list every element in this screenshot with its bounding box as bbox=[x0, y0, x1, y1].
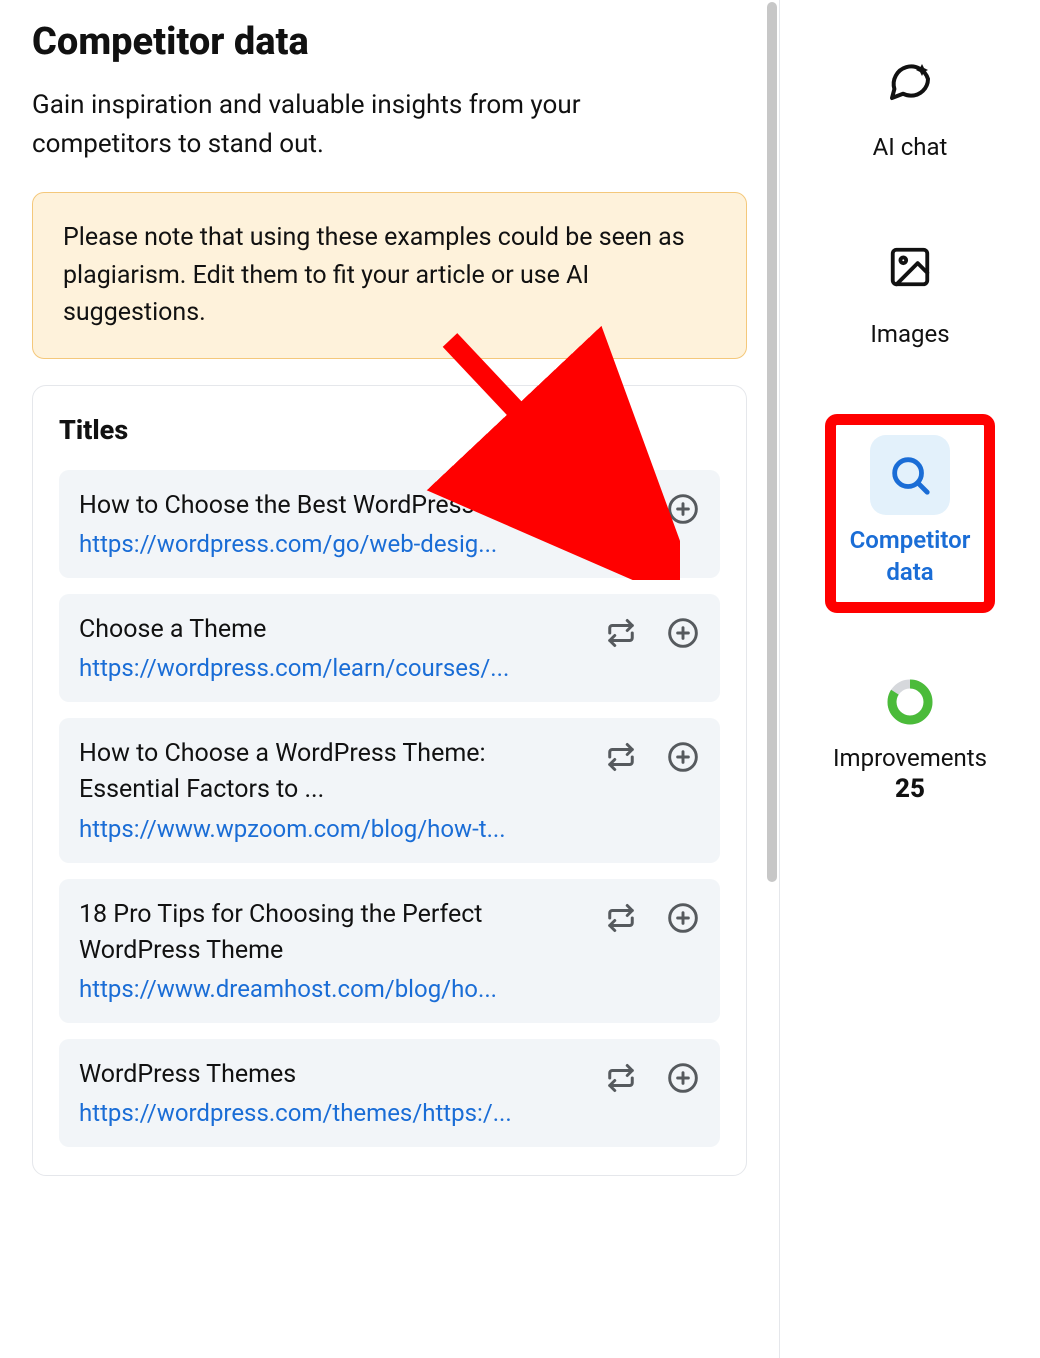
sidebar-item-competitor-data[interactable]: Competitor data bbox=[844, 435, 976, 587]
sidebar-label: Competitor data bbox=[844, 525, 976, 587]
sidebar-label: AI chat bbox=[873, 132, 948, 163]
chat-icon bbox=[870, 40, 950, 120]
sidebar: AI chat Images Competitor bbox=[780, 0, 1040, 1358]
titles-heading: Titles bbox=[59, 414, 720, 446]
competitor-url[interactable]: https://wordpress.com/go/web-desig... bbox=[79, 530, 590, 558]
annotation-highlight-box: Competitor data bbox=[825, 414, 995, 612]
competitor-url[interactable]: https://www.wpzoom.com/blog/how-t... bbox=[79, 815, 590, 843]
sidebar-item-images[interactable]: Images bbox=[780, 227, 1040, 350]
competitor-title: How to Choose a WordPress Theme: Essenti… bbox=[79, 736, 590, 809]
sidebar-label: Improvements bbox=[833, 743, 987, 774]
plagiarism-warning-notice: Please note that using these examples co… bbox=[32, 192, 747, 359]
refresh-button[interactable] bbox=[604, 740, 638, 774]
swap-icon bbox=[606, 903, 636, 933]
refresh-button[interactable] bbox=[604, 616, 638, 650]
add-button[interactable] bbox=[666, 492, 700, 526]
search-icon bbox=[870, 435, 950, 515]
refresh-button[interactable] bbox=[604, 1061, 638, 1095]
add-button[interactable] bbox=[666, 740, 700, 774]
competitor-title: How to Choose the Best WordPress Theme bbox=[79, 488, 590, 524]
title-item: 18 Pro Tips for Choosing the Perfect Wor… bbox=[59, 879, 720, 1024]
page-subtitle: Gain inspiration and valuable insights f… bbox=[32, 86, 672, 164]
page-title: Competitor data bbox=[32, 20, 747, 64]
refresh-button[interactable] bbox=[604, 901, 638, 935]
title-item: Choose a Theme https://wordpress.com/lea… bbox=[59, 594, 720, 702]
plus-circle-icon bbox=[667, 902, 699, 934]
titles-card: Titles How to Choose the Best WordPress … bbox=[32, 385, 747, 1177]
competitor-url[interactable]: https://wordpress.com/themes/https:/... bbox=[79, 1099, 590, 1127]
title-item: How to Choose a WordPress Theme: Essenti… bbox=[59, 718, 720, 863]
main-panel: Competitor data Gain inspiration and val… bbox=[0, 0, 780, 1358]
add-button[interactable] bbox=[666, 1061, 700, 1095]
progress-ring-icon bbox=[870, 677, 950, 727]
improvements-count: 25 bbox=[833, 774, 987, 804]
competitor-url[interactable]: https://www.dreamhost.com/blog/ho... bbox=[79, 975, 590, 1003]
competitor-url[interactable]: https://wordpress.com/learn/courses/... bbox=[79, 654, 590, 682]
sidebar-label: Images bbox=[870, 319, 949, 350]
swap-icon bbox=[606, 494, 636, 524]
add-button[interactable] bbox=[666, 901, 700, 935]
competitor-title: Choose a Theme bbox=[79, 612, 590, 648]
scrollbar-track[interactable] bbox=[765, 0, 779, 1358]
scrollbar-thumb[interactable] bbox=[767, 2, 777, 882]
add-button[interactable] bbox=[666, 616, 700, 650]
image-icon bbox=[870, 227, 950, 307]
title-item: How to Choose the Best WordPress Theme h… bbox=[59, 470, 720, 578]
sidebar-item-ai-chat[interactable]: AI chat bbox=[780, 40, 1040, 163]
sidebar-item-improvements[interactable]: Improvements 25 bbox=[780, 677, 1040, 804]
plus-circle-icon bbox=[667, 741, 699, 773]
swap-icon bbox=[606, 1063, 636, 1093]
refresh-button[interactable] bbox=[604, 492, 638, 526]
plus-circle-icon bbox=[667, 617, 699, 649]
plus-circle-icon bbox=[667, 493, 699, 525]
swap-icon bbox=[606, 618, 636, 648]
title-item: WordPress Themes https://wordpress.com/t… bbox=[59, 1039, 720, 1147]
swap-icon bbox=[606, 742, 636, 772]
competitor-title: WordPress Themes bbox=[79, 1057, 590, 1093]
plus-circle-icon bbox=[667, 1062, 699, 1094]
competitor-title: 18 Pro Tips for Choosing the Perfect Wor… bbox=[79, 897, 590, 970]
